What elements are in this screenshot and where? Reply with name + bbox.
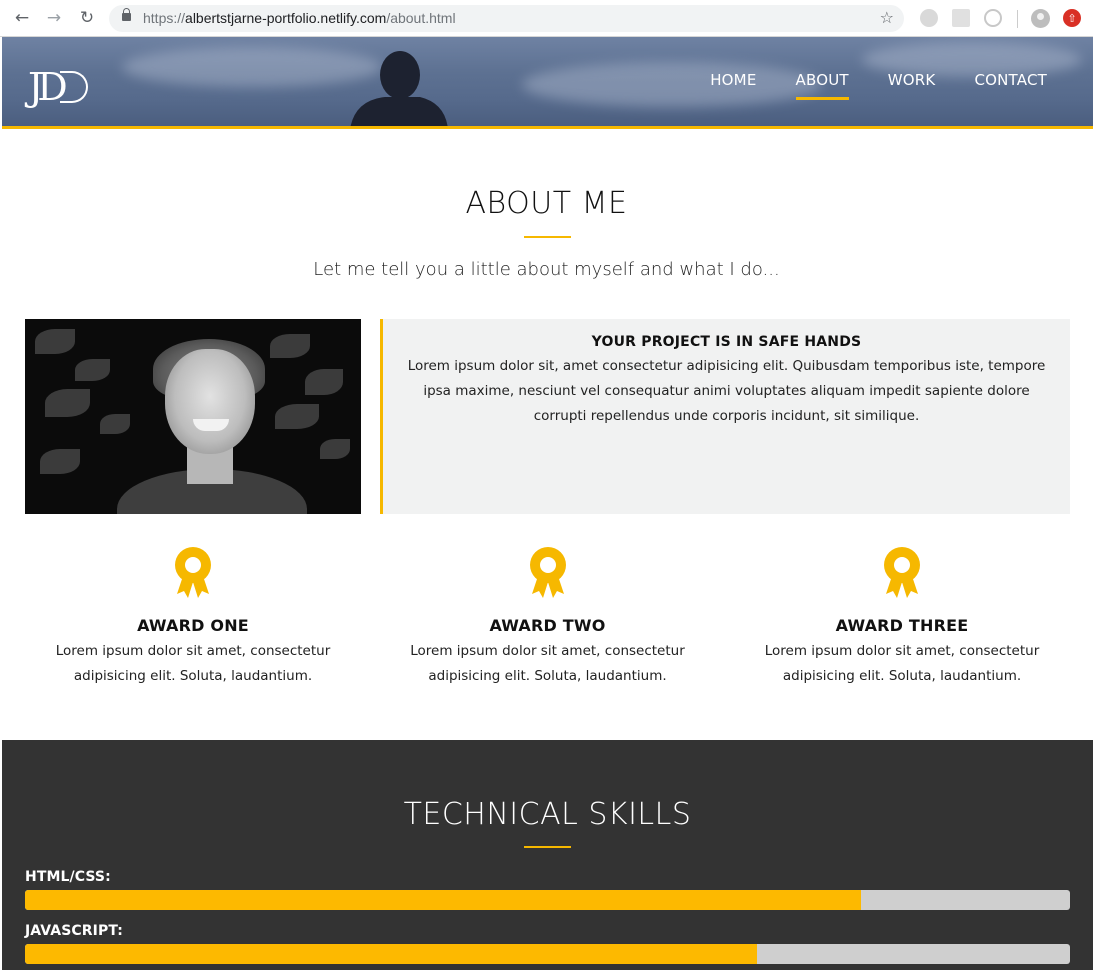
skills-section: TECHNICAL SKILLS HTML/CSS: JAVASCRIPT:: [2, 740, 1093, 970]
about-panel: YOUR PROJECT IS IN SAFE HANDS Lorem ipsu…: [380, 319, 1070, 514]
url-host: albertstjarne-portfolio.netlify.com: [185, 10, 387, 26]
awards-row: AWARD ONE Lorem ipsum dolor sit amet, co…: [25, 546, 1070, 689]
browser-toolbar: ← → ↻ https://albertstjarne-portfolio.ne…: [0, 0, 1093, 37]
skill-label-html-css: HTML/CSS:: [25, 869, 111, 885]
title-underline: [524, 236, 571, 238]
skills-title: TECHNICAL SKILLS: [403, 797, 692, 832]
nav-home[interactable]: HOME: [710, 71, 756, 89]
award-ribbon-icon: [529, 547, 566, 598]
main-nav: HOME ABOUT WORK CONTACT: [710, 71, 1047, 100]
forward-arrow-icon[interactable]: →: [43, 7, 65, 29]
skills-title-underline: [524, 846, 571, 848]
skill-bar-fill: [25, 890, 861, 910]
skill-label-javascript: JAVASCRIPT:: [25, 923, 123, 939]
site-header: JD HOME ABOUT WORK CONTACT: [2, 37, 1093, 129]
url-text[interactable]: https://albertstjarne-portfolio.netlify.…: [143, 10, 456, 26]
skill-bar-fill: [25, 944, 757, 964]
award-text: Lorem ipsum dolor sit amet, consectetur …: [55, 643, 331, 684]
nav-work[interactable]: WORK: [888, 71, 936, 89]
lock-icon: [122, 8, 131, 21]
extension-icon[interactable]: [984, 9, 1002, 27]
back-arrow-icon[interactable]: ←: [11, 7, 33, 29]
award-card: AWARD THREE Lorem ipsum dolor sit amet, …: [734, 546, 1070, 689]
award-title: AWARD TWO: [489, 616, 606, 635]
address-bar[interactable]: https://albertstjarne-portfolio.netlify.…: [109, 5, 904, 32]
award-text: Lorem ipsum dolor sit amet, consectetur …: [410, 643, 685, 684]
skill-bar-javascript: [25, 944, 1070, 964]
site-logo[interactable]: JD: [28, 65, 88, 109]
award-text: Lorem ipsum dolor sit amet, consectetur …: [764, 643, 1040, 684]
update-arrow-icon[interactable]: ⇧: [1063, 9, 1081, 27]
award-title: AWARD THREE: [835, 616, 969, 635]
award-card: AWARD TWO Lorem ipsum dolor sit amet, co…: [380, 546, 716, 689]
panel-title: YOUR PROJECT IS IN SAFE HANDS: [591, 334, 862, 350]
logo-text: JD: [28, 65, 68, 109]
toolbar-divider: [1017, 10, 1018, 28]
skill-bar-html-css: [25, 890, 1070, 910]
award-title: AWARD ONE: [137, 616, 249, 635]
nav-contact[interactable]: CONTACT: [974, 71, 1047, 89]
about-subtitle: Let me tell you a little about myself an…: [313, 259, 780, 280]
bookmark-star-icon[interactable]: ☆: [880, 8, 894, 27]
award-card: AWARD ONE Lorem ipsum dolor sit amet, co…: [25, 546, 361, 689]
award-ribbon-icon: [175, 547, 211, 598]
logo-ring: [60, 71, 88, 103]
profile-photo: [25, 319, 361, 514]
reload-icon[interactable]: ↻: [76, 7, 98, 29]
extension-icon[interactable]: [920, 9, 938, 27]
profile-avatar-icon[interactable]: [1031, 9, 1050, 28]
panel-body: Lorem ipsum dolor sit, amet consectetur …: [407, 358, 1046, 424]
person-silhouette: [350, 51, 448, 126]
extension-icon[interactable]: [952, 9, 970, 27]
award-ribbon-icon: [884, 547, 920, 598]
nav-about[interactable]: ABOUT: [795, 71, 850, 100]
about-title: ABOUT ME: [465, 186, 628, 221]
url-path: /about.html: [386, 10, 456, 26]
url-scheme: https://: [143, 10, 186, 26]
